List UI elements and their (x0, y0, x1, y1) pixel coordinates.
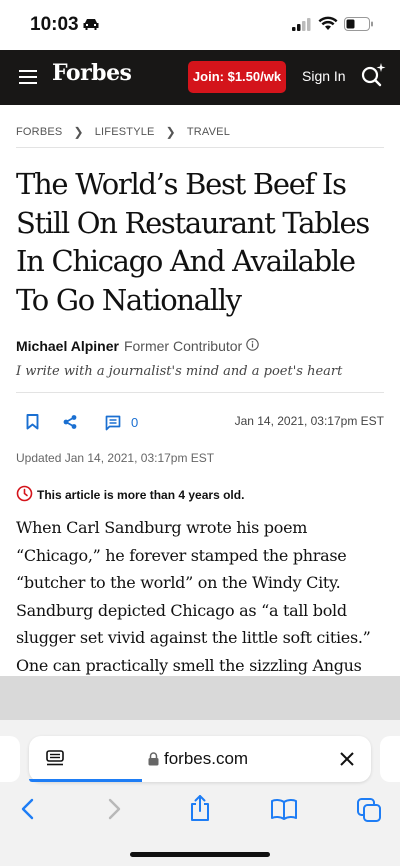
next-tab-card[interactable] (380, 736, 400, 782)
tabs-icon[interactable] (356, 797, 382, 828)
address-bar[interactable]: forbes.com (29, 736, 371, 782)
sign-in-link[interactable]: Sign In (302, 68, 346, 84)
forward-icon[interactable] (108, 798, 122, 825)
body-line: When Carl Sandburg wrote his poem (16, 518, 308, 537)
body-line: “butcher to the world” on the Windy City… (16, 573, 341, 592)
forbes-logo[interactable]: Forbes (52, 60, 132, 86)
breadcrumb: FORBES ❯ LIFESTYLE ❯ TRAVEL (16, 125, 230, 139)
join-button[interactable]: Join: $1.50/wk (188, 61, 286, 93)
divider (16, 392, 384, 393)
status-time: 10:03 (30, 14, 79, 35)
clock-icon (16, 485, 33, 505)
author-role: Former Contributor (123, 338, 243, 354)
wifi-icon (318, 16, 338, 36)
share-sheet-icon[interactable] (188, 794, 212, 827)
breadcrumb-lifestyle[interactable]: LIFESTYLE (95, 126, 155, 138)
chevron-right-icon: ❯ (165, 125, 176, 139)
breadcrumb-travel[interactable]: TRAVEL (187, 126, 230, 138)
headline-line: The World’s Best Beef Is (16, 167, 347, 201)
info-icon[interactable] (246, 338, 259, 354)
previous-tab-card[interactable] (0, 736, 20, 782)
headline-line: Still On Restaurant Tables (16, 205, 370, 240)
body-line: Sandburg depicted Chicago as “a tall bol… (16, 600, 347, 620)
body-line: One can practically smell the sizzling A… (16, 655, 362, 675)
menu-icon[interactable] (19, 70, 37, 89)
headline-line: To Go Nationally (16, 282, 242, 317)
home-indicator (130, 852, 270, 857)
lock-icon (148, 752, 159, 771)
updated-date: Updated Jan 14, 2021, 03:17pm EST (16, 451, 215, 465)
body-line: “Chicago,” he forever stamped the phrase (16, 545, 347, 565)
comments-icon[interactable] (105, 415, 121, 436)
car-icon (82, 17, 100, 36)
comment-count[interactable]: 0 (131, 415, 138, 430)
back-icon[interactable] (20, 798, 34, 825)
page-load-progress (29, 779, 142, 782)
divider (16, 147, 384, 148)
bookmark-icon[interactable] (26, 414, 39, 435)
author-bio: I write with a journalist's mind and a p… (16, 364, 343, 379)
url-text[interactable]: forbes.com (164, 749, 248, 769)
close-icon[interactable] (340, 752, 354, 771)
article-body: When Carl Sandburg wrote his poem “Chica… (16, 514, 388, 679)
bookmarks-book-icon[interactable] (270, 798, 298, 825)
site-header: Forbes Join: $1.50/wk Sign In (0, 50, 400, 105)
search-ai-icon[interactable] (359, 61, 387, 94)
battery-icon (344, 17, 374, 36)
share-icon[interactable] (62, 414, 78, 435)
body-line: slugger set vivid against the little sof… (16, 628, 371, 647)
article-headline: The World’s Best Beef Is Still On Restau… (16, 165, 388, 319)
breadcrumb-forbes[interactable]: FORBES (16, 126, 62, 138)
author-row: Michael Alpiner Former Contributor (16, 338, 259, 354)
author-name[interactable]: Michael Alpiner (16, 338, 119, 354)
headline-line: In Chicago And Available (16, 244, 356, 278)
age-warning-text: This article is more than 4 years old. (37, 488, 245, 502)
page-menu-icon[interactable] (46, 750, 64, 771)
status-bar: 10:03 (0, 0, 400, 50)
signal-icon (292, 18, 312, 36)
article-age-warning: This article is more than 4 years old. (16, 485, 244, 505)
publish-date: Jan 14, 2021, 03:17pm EST (234, 414, 384, 428)
chevron-right-icon: ❯ (73, 125, 84, 139)
article-actions: 0 Jan 14, 2021, 03:17pm EST (16, 412, 384, 434)
